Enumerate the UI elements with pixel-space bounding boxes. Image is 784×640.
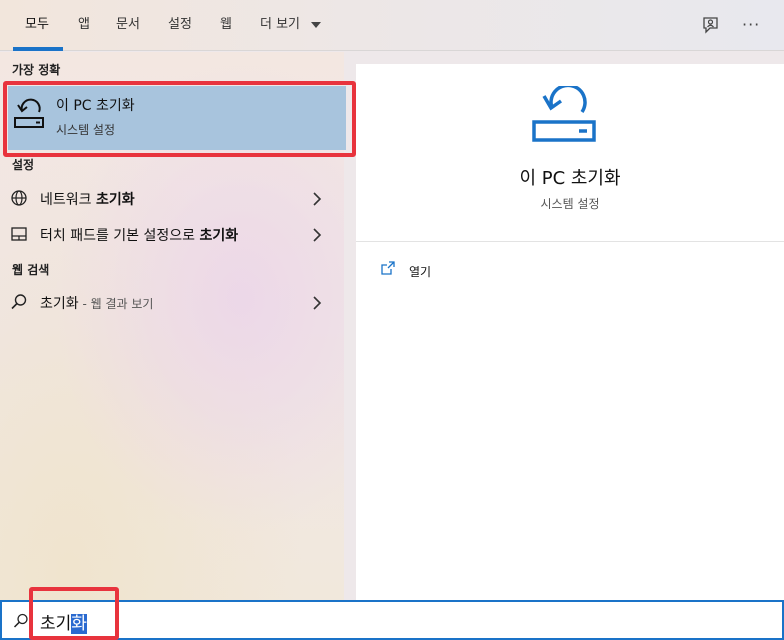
web-result-item[interactable]: 초기화 - 웹 결과 보기 [0,285,344,319]
open-action-label[interactable]: 열기 [409,263,431,280]
tab-apps[interactable]: 앱 [78,0,90,51]
open-icon[interactable] [380,260,396,276]
detail-title: 이 PC 초기화 [519,168,621,189]
more-options-icon[interactable]: ··· [742,14,764,36]
annotation-highlight-best-match [3,81,356,157]
settings-result-label: 터치 패드를 기본 설정으로 초기화 [40,228,239,244]
detail-subtitle: 시스템 설정 [540,197,600,211]
chevron-right-icon [312,191,322,206]
settings-result-label: 네트워크 초기화 [40,192,135,208]
touchpad-icon [10,225,28,243]
detail-divider [356,241,784,242]
active-tab-indicator [13,47,63,51]
settings-result-touchpad-reset[interactable]: 터치 패드를 기본 설정으로 초기화 [0,217,344,251]
annotation-highlight-search-text [29,587,119,640]
tab-documents[interactable]: 문서 [116,0,140,51]
network-globe-icon [10,189,28,207]
search-icon [13,613,29,629]
tab-all[interactable]: 모두 [25,0,49,51]
tab-web[interactable]: 웹 [220,0,232,51]
search-icon [10,293,28,311]
tab-more[interactable]: 더 보기 [260,0,300,51]
reset-pc-icon [530,83,598,146]
search-scope-tabs: 모두 앱 문서 설정 웹 더 보기 ··· [0,0,784,51]
results-list: 가장 정확 이 PC 초기화 시스템 설정 설정 네트워크 초기화 터치 패드를… [0,52,356,600]
feedback-icon[interactable] [700,14,722,36]
section-title-web-search: 웹 검색 [12,263,50,277]
settings-result-network-reset[interactable]: 네트워크 초기화 [0,181,344,215]
chevron-down-icon [311,22,321,28]
web-result-label: 초기화 - 웹 결과 보기 [40,296,154,312]
detail-panel: 이 PC 초기화 시스템 설정 열기 [356,64,784,600]
chevron-right-icon [312,295,322,310]
section-title-best-match: 가장 정확 [12,63,61,77]
section-title-settings: 설정 [12,158,35,172]
tab-settings[interactable]: 설정 [168,0,192,51]
chevron-right-icon [312,227,322,242]
